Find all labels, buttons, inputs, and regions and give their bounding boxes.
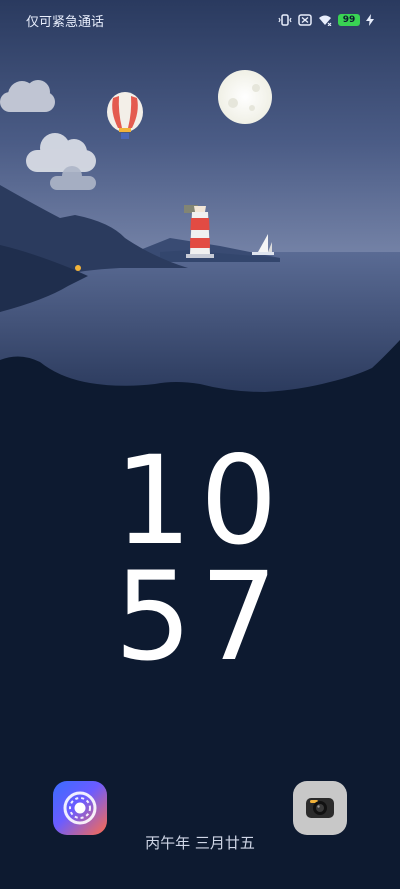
moon-icon [218, 70, 272, 124]
battery-level: 99 [342, 15, 356, 25]
wifi-icon [318, 14, 332, 26]
ring-icon [63, 791, 97, 825]
charging-bolt-icon [366, 14, 374, 26]
settings-ring-shortcut[interactable] [53, 781, 107, 835]
status-bar: 仅可紧急通话 99 [0, 0, 400, 40]
battery-indicator: 99 [338, 14, 360, 26]
vibrate-icon [278, 14, 292, 26]
camera-icon [306, 798, 334, 818]
clock-minutes: 57 [114, 546, 286, 688]
carrier-status-text: 仅可紧急通话 [26, 14, 105, 30]
sim-blocked-icon [298, 14, 312, 26]
status-icons: 99 [278, 14, 374, 26]
camera-shortcut[interactable] [293, 781, 347, 835]
lunar-date: 丙午年 三月廿五 [145, 834, 255, 852]
